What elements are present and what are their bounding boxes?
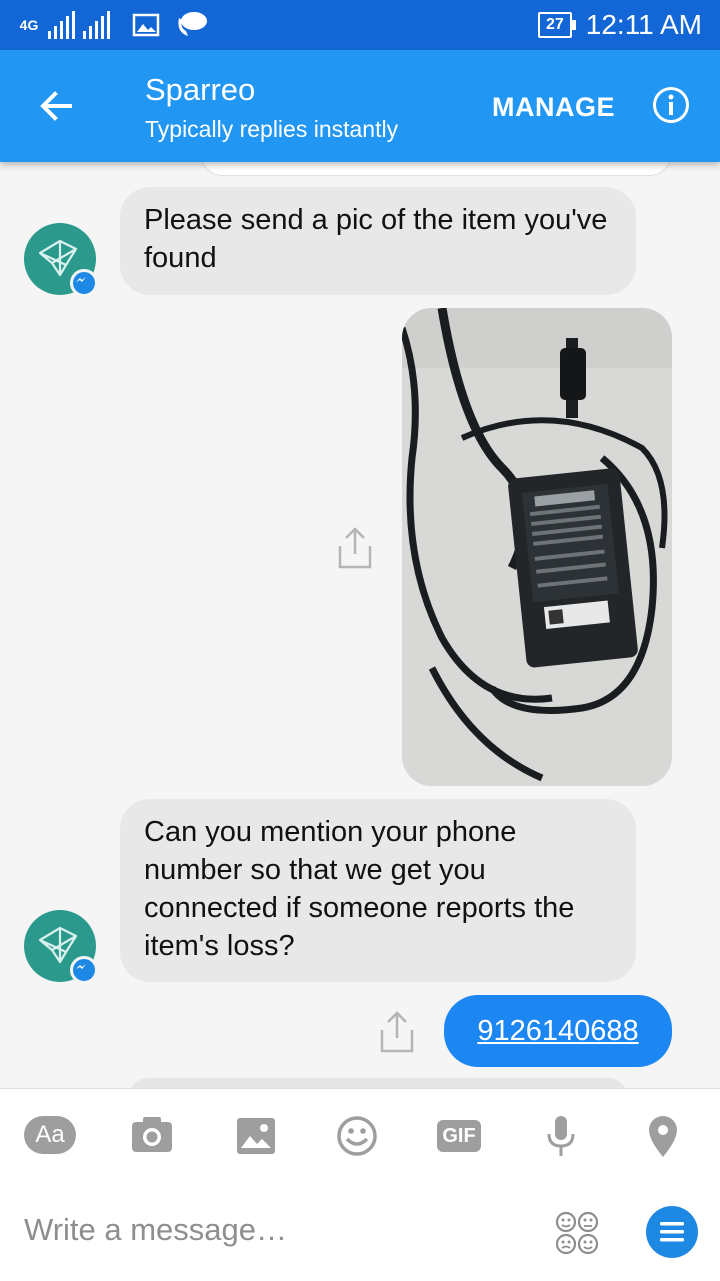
incoming-message: Can you mention your phone number so tha… [120,799,636,982]
status-bar: 4G 27 12:11 AM [0,0,720,50]
incoming-message: Please send a pic of the item you've fou… [120,187,636,295]
signal-icon [48,11,75,39]
share-icon[interactable] [335,526,375,570]
status-left: 4G [18,10,208,40]
battery-indicator: 27 [537,12,576,38]
outgoing-message[interactable]: 9126140688 [444,995,672,1067]
page-title[interactable]: Sparreo [145,72,255,108]
message-text: Can you mention your phone number so tha… [144,816,575,962]
camera-icon[interactable] [126,1114,178,1158]
shared-photo[interactable] [402,308,672,786]
messenger-bolt-icon [76,964,86,969]
emoji-icon[interactable] [331,1114,383,1158]
avatar[interactable] [24,223,98,297]
message-text: Please send a pic of the item you've fou… [144,204,608,274]
status-right: 27 12:11 AM [537,8,702,42]
aa-label: Aa [24,1116,76,1154]
messenger-badge [70,269,98,297]
conversation-header: Sparreo Typically replies instantly MANA… [0,50,720,162]
gallery-icon[interactable] [230,1114,282,1158]
message-input[interactable]: Write a message… [24,1212,287,1248]
chat-heads-icon [178,12,207,36]
network-type: 4G [19,17,39,33]
signal-icon [83,11,110,39]
gif-icon[interactable]: GIF [433,1114,485,1158]
share-icon[interactable] [377,1010,417,1054]
text-aa-icon[interactable]: Aa [24,1114,76,1158]
microphone-icon[interactable] [535,1114,587,1158]
avatar[interactable] [24,910,98,984]
more-options-button[interactable] [646,1206,698,1258]
clock: 12:11 AM [585,9,702,40]
arrow-left-icon[interactable] [36,86,76,126]
messenger-badge [70,956,98,984]
info-icon[interactable] [652,86,690,124]
phone-number-link[interactable]: 9126140688 [477,1015,638,1047]
stickers-icon[interactable] [554,1211,600,1255]
location-icon[interactable] [637,1114,689,1158]
response-time-subtitle: Typically replies instantly [145,116,399,142]
manage-button[interactable]: MANAGE [492,92,615,123]
image-notification-icon [132,13,160,37]
power-adapter-image [402,308,672,786]
menu-icon [660,1222,684,1242]
gif-label: GIF [437,1120,481,1152]
messenger-bolt-icon [76,277,86,282]
